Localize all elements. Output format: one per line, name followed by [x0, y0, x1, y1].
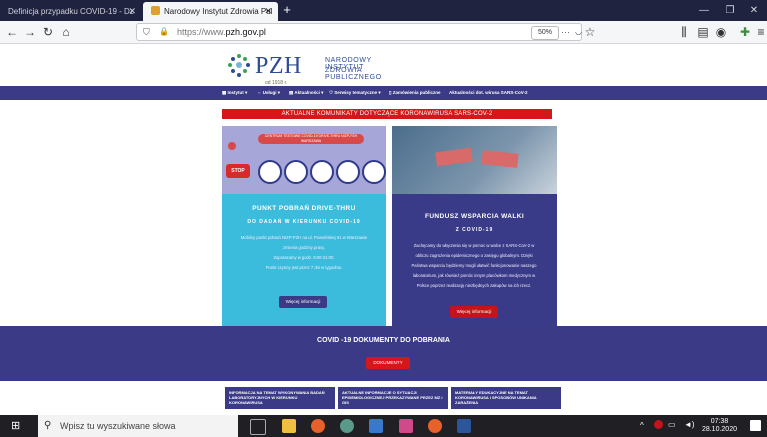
- clock-time: 07:38: [710, 418, 729, 425]
- nav-item-uslugi[interactable]: ⇔ Usługi ▾: [257, 86, 280, 100]
- taskbar-search[interactable]: ⚲ Wpisz tu wyszukiwane słowa: [38, 415, 238, 437]
- menu-icon[interactable]: ≡: [753, 24, 767, 40]
- card2-text2: obliczu zagrożenia epidemicznego o zasię…: [415, 253, 533, 258]
- back-icon[interactable]: ←: [4, 24, 20, 40]
- virus-icon: [228, 142, 236, 150]
- firefox-icon[interactable]: [428, 419, 442, 433]
- notifications-icon[interactable]: [750, 420, 761, 431]
- tab-covid-definition[interactable]: Definicja przypadku COVID-19 - Dz ✕: [0, 2, 142, 21]
- nav-item-aktualnosci[interactable]: ▤ Aktualności ▾: [289, 86, 323, 100]
- network-icon[interactable]: ▭: [668, 420, 676, 429]
- restore-icon[interactable]: ❐: [717, 0, 743, 21]
- doc-link-lab-testing[interactable]: INFORMACJA NA TEMAT WYKONYWANIA BADAŃ LA…: [225, 387, 335, 409]
- documents-button[interactable]: DOKUMENTY: [366, 357, 410, 369]
- tab-pzh[interactable]: Narodowy Instytut Zdrowia Pul ✕: [143, 2, 278, 21]
- card1-text2: zmienia godziny pracy.: [282, 245, 326, 250]
- zoom-level[interactable]: 50%: [531, 26, 559, 40]
- swab-icon: [336, 160, 360, 184]
- new-tab-button[interactable]: +: [279, 2, 295, 19]
- card1-subtitle: DO DADAŃ W KIERUNKU COVID-19: [247, 219, 361, 225]
- car-icon: [284, 160, 308, 184]
- extension-icon[interactable]: ✚: [737, 24, 753, 40]
- clock-date: 28.10.2020: [701, 426, 737, 433]
- account-icon[interactable]: ◉: [713, 24, 729, 40]
- downloads-title: COVID -19 DOKUMENTY DO POBRANIA: [317, 337, 450, 344]
- card2-subtitle: Z COVID-19: [455, 227, 494, 233]
- file-explorer-icon[interactable]: [282, 419, 296, 433]
- edge-icon[interactable]: [369, 419, 383, 433]
- drive-thru-image: CENTRUM TESTOWE COVID-19 DRIVE-THRU NIZP…: [222, 126, 386, 194]
- downloads-section: COVID -19 DOKUMENTY DO POBRANIA DOKUMENT…: [0, 326, 767, 381]
- test-icon: [362, 160, 386, 184]
- task-view-icon[interactable]: [250, 419, 266, 435]
- app-icon[interactable]: [340, 419, 354, 433]
- support-fund-image: [392, 126, 557, 194]
- firefox-icon[interactable]: [311, 419, 325, 433]
- drive-thru-banner: CENTRUM TESTOWE COVID-19 DRIVE-THRU NIZP…: [258, 134, 364, 144]
- doc-link-epidemic-info[interactable]: AKTUALNE INFORMACJE O SYTUACJI EPIDEMIOL…: [338, 387, 448, 409]
- browser-tab-bar: Definicja przypadku COVID-19 - Dz ✕ Naro…: [0, 0, 767, 21]
- document-icon: [258, 160, 282, 184]
- home-icon[interactable]: ⌂: [58, 24, 74, 40]
- pocket-icon[interactable]: ◡: [575, 24, 582, 40]
- car-icon: [310, 160, 334, 184]
- close-window-icon[interactable]: ✕: [741, 0, 767, 21]
- word-icon[interactable]: [457, 419, 471, 433]
- logo-dots-icon: [228, 54, 250, 77]
- sign-icon: [435, 147, 473, 167]
- nav-item-serwisy[interactable]: ♡ Serwisy tematyczne ▾: [329, 86, 381, 100]
- card2-text5: Polsce poprzez realizację niezbędnych za…: [416, 283, 532, 288]
- photos-icon[interactable]: [399, 419, 413, 433]
- card2-text1: Zachęcamy do włączenia się w pomoc w wal…: [413, 243, 535, 248]
- forward-icon[interactable]: →: [22, 24, 38, 40]
- close-icon[interactable]: ✕: [128, 2, 136, 21]
- close-icon[interactable]: ✕: [264, 2, 272, 21]
- tray-arrow-icon[interactable]: ^: [640, 421, 644, 430]
- logo-abbr: PZH: [255, 53, 302, 79]
- windows-start-icon[interactable]: ⊞: [11, 420, 23, 432]
- windows-taskbar: ⊞ ⚲ Wpisz tu wyszukiwane słowa ^ ▭ ◄) 07…: [0, 415, 767, 437]
- library-icon[interactable]: ⫼: [676, 24, 692, 40]
- stop-icon: STOP: [226, 164, 250, 178]
- taskbar-clock[interactable]: 07:38 28.10.2020: [702, 418, 737, 434]
- tab-label: Definicja przypadku COVID-19 - Dz: [8, 7, 134, 16]
- url-text: https://www.pzh.gov.pl: [177, 27, 266, 37]
- covid-alert-banner[interactable]: AKTUALNE KOMUNIKATY DOTYCZĄCE KORONAWIRU…: [222, 109, 552, 119]
- drive-thru-card: CENTRUM TESTOWE COVID-19 DRIVE-THRU NIZP…: [222, 126, 386, 326]
- tab-label: Narodowy Instytut Zdrowia Pul: [164, 7, 273, 16]
- card1-text4: Punkt czynny jest przez 7 dni w tygodniu…: [265, 265, 343, 270]
- nav-item-sars[interactable]: Aktualności dot. wirusa SARS-CoV-2: [449, 86, 528, 100]
- search-placeholder: Wpisz tu wyszukiwane słowa: [60, 421, 176, 431]
- reload-icon[interactable]: ↻: [40, 24, 56, 40]
- card2-text4: laboratorium, jak również pomóc innym pl…: [412, 273, 536, 278]
- card1-text3: Zapraszamy w godz. 9:00-21:00.: [273, 255, 335, 260]
- nav-item-zamowienia[interactable]: ▯ Zamówienia publiczne: [389, 86, 441, 100]
- card1-title: PUNKT POBRAŃ DRIVE-THRU: [252, 205, 356, 212]
- lock-icon[interactable]: 🔒: [159, 24, 169, 40]
- volume-icon[interactable]: ◄): [684, 420, 695, 429]
- nav-item-instytut[interactable]: ▦ Instytut ▾: [222, 86, 247, 100]
- sidebar-icon[interactable]: ▤: [695, 24, 711, 40]
- pzh-logo[interactable]: PZH NARODOWY INSTYTUT ZDROWIA PUBLICZNEG…: [225, 48, 405, 86]
- sign-icon: [481, 150, 519, 168]
- shield-icon[interactable]: ⛉: [143, 24, 150, 40]
- pzh-favicon-icon: [151, 6, 160, 15]
- logo-line2: ZDROWIA PUBLICZNEGO: [325, 67, 382, 81]
- card2-more-button[interactable]: Więcej informacji: [450, 306, 498, 318]
- card1-text1: Mobilny punkt pobrań NIZP-PZH na ul. Pow…: [240, 235, 368, 240]
- search-icon: ⚲: [44, 420, 52, 431]
- page-actions-icon[interactable]: ···: [561, 24, 570, 40]
- address-bar[interactable]: ⛉ 🔒 https://www.pzh.gov.pl 50% ··· ◡: [136, 23, 582, 41]
- minimize-icon[interactable]: —: [691, 0, 717, 21]
- card2-text3: Państwa wsparciu będziemy mogli ułatwić …: [411, 263, 537, 268]
- card1-more-button[interactable]: Więcej informacji: [279, 296, 327, 308]
- tray-app-icon[interactable]: [654, 420, 663, 429]
- browser-toolbar: ← → ↻ ⌂ ⛉ 🔒 https://www.pzh.gov.pl 50% ·…: [0, 21, 767, 44]
- doc-link-education[interactable]: MATERIAŁY EDUKACYJNE NA TEMAT KORONAWIRU…: [451, 387, 561, 409]
- main-nav: ▦ Instytut ▾ ⇔ Usługi ▾ ▤ Aktualności ▾ …: [0, 86, 767, 100]
- bookmark-star-icon[interactable]: ☆: [582, 24, 598, 40]
- support-fund-card: FUNDUSZ WSPARCIA WALKI Z COVID-19 Zachęc…: [392, 126, 557, 326]
- card2-title: FUNDUSZ WSPARCIA WALKI: [424, 213, 525, 220]
